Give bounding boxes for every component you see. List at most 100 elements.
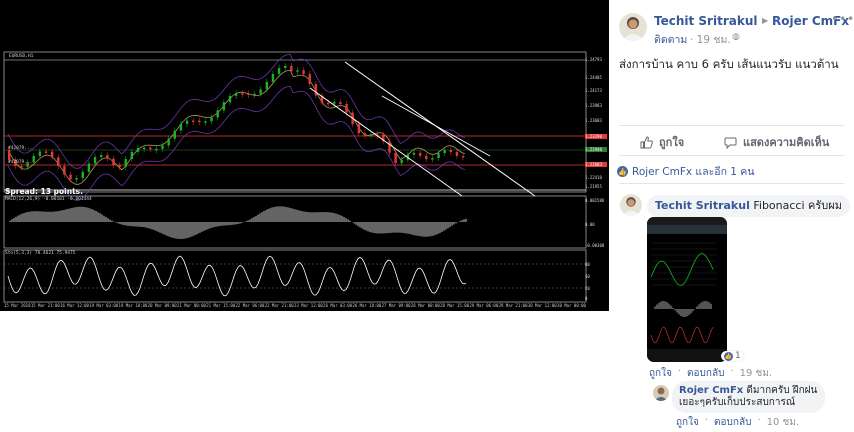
candle-body	[69, 174, 72, 180]
ma-label: #42079...	[8, 160, 33, 165]
candle-body	[87, 163, 91, 172]
date-tick-label: 26 Mar 03:00	[323, 303, 353, 308]
date-tick-label: 22 Mar 06:00	[235, 303, 265, 308]
follow-link[interactable]: ติดตาม	[654, 31, 687, 48]
date-tick-label: 27 Mar 09:00	[381, 303, 411, 308]
candle-body	[216, 110, 219, 118]
stoch-tag: 50	[585, 274, 590, 279]
post-timestamp[interactable]: · 19 ชม. ·	[690, 31, 737, 48]
ma-label: #42079...	[8, 146, 33, 151]
candle-body	[461, 155, 465, 158]
price-tag: 1.21955	[585, 184, 602, 189]
candle-body	[161, 145, 164, 149]
image-likes-number: 1	[735, 351, 741, 361]
comment-label: แสดงความคิดเห็น	[743, 136, 830, 149]
comment-like-link[interactable]: ถูกใจ	[649, 366, 672, 381]
candle-body	[20, 166, 23, 168]
candle-body	[38, 151, 42, 156]
date-tick-label: 23 Mar 12:00	[293, 303, 323, 308]
price-tag: 1.24173	[585, 88, 602, 93]
candle-body	[455, 152, 459, 156]
candle-body	[333, 102, 336, 104]
chart-symbol: EURUSD,H1	[9, 54, 34, 59]
like-label: ถูกใจ	[659, 136, 685, 149]
commenter-avatar[interactable]	[653, 385, 669, 401]
candle-body	[198, 120, 201, 123]
candle-body	[308, 73, 311, 84]
candle-body	[296, 70, 299, 72]
comment-reply-link[interactable]: ตอบกลับ	[714, 415, 751, 430]
date-tick-label: 15 Mar 21:00	[30, 303, 60, 308]
image-like-count[interactable]: 👍 1	[721, 351, 744, 361]
date-tick-label: 19 Mar 03:00	[89, 303, 119, 308]
candle-body	[118, 165, 121, 168]
candle-body	[32, 155, 35, 163]
candle-body	[443, 150, 446, 154]
candle-body	[130, 151, 134, 159]
reactions-summary[interactable]: 👍 Rojer CmFx และอีก 1 คน	[617, 163, 755, 180]
candle-body	[57, 157, 60, 167]
date-tick-label: 28 Mar 15:00	[440, 303, 470, 308]
post-photo-chart[interactable]: EURUSD,H1 #42079... #42079... Spread: 13…	[0, 0, 609, 311]
candle-body	[185, 120, 189, 124]
candle-body	[241, 93, 244, 95]
reactions-text: Rojer CmFx และอีก 1 คน	[632, 166, 755, 178]
candle-body	[192, 120, 195, 123]
price-tag-current: 1.22940	[585, 147, 607, 152]
date-tick-label: 28 Mar 00:00	[410, 303, 440, 308]
candle-body	[167, 138, 170, 146]
candle-body	[369, 134, 373, 136]
candle-body	[173, 130, 176, 139]
candle-body	[75, 178, 78, 180]
comment-time[interactable]: 19 ชม.	[740, 366, 772, 381]
comment-author[interactable]: Rojer CmFx	[679, 385, 743, 396]
post-caption: ส่งการบ้าน คาบ 6 ครับ เส้นแนวรับ แนวต้าน	[619, 57, 839, 71]
candle-body	[228, 95, 232, 103]
author-name[interactable]: Techit Sritrakul	[654, 14, 757, 28]
candle-body	[247, 93, 250, 96]
date-tick-label: 20 Mar 09:00	[147, 303, 177, 308]
candle-body	[93, 156, 97, 164]
date-axis: 15 Mar 2018 15 Mar 21:00 16 Mar 12:00 19 Ma…	[4, 303, 586, 308]
trendline-mid	[381, 95, 491, 157]
candle-body	[363, 133, 367, 136]
phone-nav-bar	[647, 349, 727, 362]
comment-time[interactable]: 10 ชม.	[767, 415, 799, 430]
candle-body	[265, 81, 268, 90]
trendline-lower	[309, 87, 463, 197]
comment-button[interactable]: แสดงความคิดเห็น	[724, 133, 829, 151]
commenter-avatar[interactable]	[620, 194, 642, 216]
comment-actions: ถูกใจ · ตอบกลับ · 19 ชม.	[649, 366, 773, 381]
comment-author[interactable]: Techit Sritrakul	[655, 199, 750, 212]
candle-body	[234, 93, 238, 96]
stoch-tag: 80	[585, 262, 590, 267]
date-tick-label: 29 Mar 21:00	[498, 303, 528, 308]
author-avatar[interactable]	[619, 13, 647, 41]
candle-body	[326, 102, 330, 105]
candle-body	[412, 152, 416, 155]
privacy-globe-icon: ◍	[732, 32, 740, 42]
more-options-icon[interactable]: •••	[831, 12, 854, 26]
candle-body	[210, 117, 213, 122]
macd-label: MACD(12,26,9) -0.00101 -0.001444	[5, 197, 92, 202]
candle-body	[277, 68, 281, 74]
comment-reply-link[interactable]: ตอบกลับ	[687, 366, 724, 381]
stoch-tag: 0	[585, 296, 588, 301]
candle-body	[142, 147, 146, 150]
comment-like-link[interactable]: ถูกใจ	[676, 415, 699, 430]
stochastic-line	[7, 255, 467, 297]
price-tag-resistance: 1.23290	[585, 134, 607, 139]
candle-body	[253, 93, 256, 96]
comment-actions: ถูกใจ · ตอบกลับ · 10 ชม.	[676, 415, 800, 430]
comment-bubble: Rojer CmFx ดีมากครับ ฝึกฝนเยอะๆครับเก็บป…	[672, 381, 825, 413]
candle-body	[63, 166, 66, 175]
price-tag: 1.23603	[585, 118, 602, 123]
divider	[619, 183, 844, 184]
candle-body	[271, 73, 275, 82]
like-button[interactable]: ถูกใจ	[640, 133, 684, 151]
candle-body	[284, 65, 287, 69]
candle-body	[400, 159, 403, 164]
comment-image-phone-screenshot[interactable]	[647, 217, 727, 362]
candle-body	[345, 104, 348, 113]
macd-tag: -0.00308	[585, 243, 605, 248]
